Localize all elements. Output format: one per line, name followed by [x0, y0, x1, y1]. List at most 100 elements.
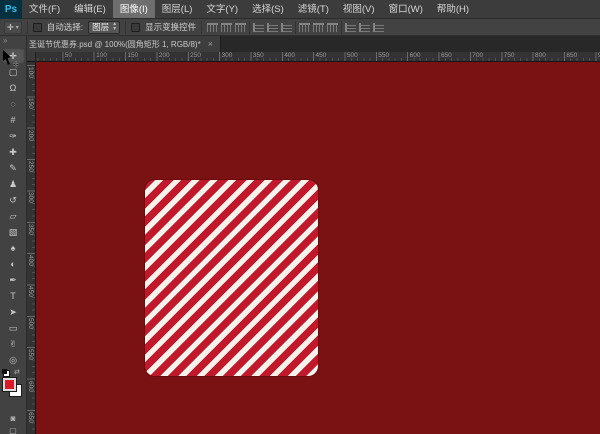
toolbox-collapse-icon[interactable]: »: [0, 36, 26, 48]
path-selection-tool-icon[interactable]: ➤: [2, 304, 25, 320]
alignment-buttons: [207, 21, 384, 34]
move-tool-icon: ✛: [7, 23, 14, 32]
distribute-top-edges-icon[interactable]: [299, 23, 310, 32]
ruler-tick-label: 300: [27, 192, 34, 203]
auto-select-target-value: 图层: [92, 21, 109, 33]
show-transform-controls-checkbox[interactable]: [131, 23, 140, 32]
horizontal-ruler[interactable]: 5010015020025030035040045050055060065070…: [27, 52, 600, 62]
chevron-down-icon: ▾: [16, 24, 19, 31]
menu-item[interactable]: 文字(Y): [199, 0, 245, 18]
toolbox-panel: » ✛▢Ω◌#✑✚✎♟↺▱▧♠◐✒T➤▭✌◎ ⇄ ◙ ▢: [0, 36, 27, 434]
menu-bar: Ps 文件(F)编辑(E)图像(I)图层(L)文字(Y)选择(S)滤镜(T)视图…: [0, 0, 600, 19]
menu-item[interactable]: 选择(S): [245, 0, 291, 18]
document-tab-bar: » 圣诞节优惠券.psd @ 100%(圆角矩形 1, RGB/8)* ×: [0, 36, 600, 52]
lasso-tool-icon[interactable]: Ω: [2, 80, 25, 96]
menu-item[interactable]: 视图(V): [336, 0, 382, 18]
foreground-color-swatch[interactable]: [3, 378, 16, 391]
auto-select-target-dropdown[interactable]: 图层 ▴▾: [88, 21, 120, 34]
tool-options-bar: ✛ ▾ 自动选择: 图层 ▴▾ 显示变换控件: [0, 19, 600, 36]
ruler-tick-label: 100: [27, 67, 34, 78]
ruler-tick-label: 150: [27, 98, 34, 109]
ruler-tick-label: 150: [127, 52, 138, 59]
ruler-tick-label: 500: [27, 318, 34, 329]
ruler-tick-label: 600: [410, 52, 421, 59]
align-horizontal-centers-icon[interactable]: [267, 23, 278, 32]
blur-tool-icon[interactable]: ♠: [2, 240, 25, 256]
document-canvas[interactable]: [36, 62, 600, 434]
menu-item[interactable]: 滤镜(T): [291, 0, 336, 18]
ruler-tick-label: 200: [27, 130, 34, 141]
document-tab[interactable]: 圣诞节优惠券.psd @ 100%(圆角矩形 1, RGB/8)* ×: [21, 36, 221, 52]
divider: [341, 21, 342, 34]
quick-mask-button[interactable]: ◙: [5, 413, 22, 424]
ruler-tick-label: 700: [472, 52, 483, 59]
align-bottom-edges-icon[interactable]: [235, 23, 246, 32]
ruler-tick-label: 850: [566, 52, 577, 59]
move-cursor-cross-icon: ✛: [13, 61, 19, 69]
pen-tool-icon[interactable]: ✒: [2, 272, 25, 288]
crop-tool-icon[interactable]: #: [2, 112, 25, 128]
auto-select-checkbox[interactable]: [33, 23, 42, 32]
ruler-tick-label: 400: [27, 255, 34, 266]
distribute-vertical-centers-icon[interactable]: [313, 23, 324, 32]
ruler-tick-label: 250: [27, 161, 34, 172]
hand-tool-icon[interactable]: ✌: [2, 336, 25, 352]
show-transform-controls-label: 显示变换控件: [145, 21, 196, 33]
menu-item[interactable]: 帮助(H): [430, 0, 476, 18]
ruler-tick-label: 450: [316, 52, 327, 59]
tool-preset-picker[interactable]: ✛ ▾: [4, 21, 22, 34]
menu-item[interactable]: 图像(I): [113, 0, 155, 18]
divider: [125, 21, 126, 34]
zoom-tool-icon[interactable]: ◎: [2, 352, 25, 368]
menu-item[interactable]: 窗口(W): [382, 0, 430, 18]
distribute-bottom-edges-icon[interactable]: [327, 23, 338, 32]
healing-brush-tool-icon[interactable]: ✚: [2, 144, 25, 160]
ruler-tick-label: 300: [222, 52, 233, 59]
ruler-tick-label: 450: [27, 286, 34, 297]
history-brush-tool-icon[interactable]: ↺: [2, 192, 25, 208]
shape-tool-icon[interactable]: ▭: [2, 320, 25, 336]
distribute-horizontal-centers-icon[interactable]: [359, 23, 370, 32]
distribute-right-edges-icon[interactable]: [373, 23, 384, 32]
menu-item[interactable]: 文件(F): [22, 0, 67, 18]
align-top-edges-icon[interactable]: [207, 23, 218, 32]
ruler-tick-label: 600: [27, 381, 34, 392]
distribute-left-edges-icon[interactable]: [345, 23, 356, 32]
align-left-edges-icon[interactable]: [253, 23, 264, 32]
eraser-tool-icon[interactable]: ▱: [2, 208, 25, 224]
rounded-rectangle-shape[interactable]: [145, 180, 318, 376]
clone-stamp-tool-icon[interactable]: ♟: [2, 176, 25, 192]
color-swatch-area: ⇄: [0, 370, 27, 412]
divider: [295, 21, 296, 34]
align-vertical-centers-icon[interactable]: [221, 23, 232, 32]
ruler-tick-label: 250: [190, 52, 201, 59]
divider: [249, 21, 250, 34]
vertical-ruler[interactable]: 100150200250300350400450500550600650: [27, 62, 36, 434]
align-right-edges-icon[interactable]: [281, 23, 292, 32]
ruler-tick-label: 350: [27, 224, 34, 235]
brush-tool-icon[interactable]: ✎: [2, 160, 25, 176]
eyedropper-tool-icon[interactable]: ✑: [2, 128, 25, 144]
tool-list: ✛▢Ω◌#✑✚✎♟↺▱▧♠◐✒T➤▭✌◎: [0, 48, 26, 368]
menu-item[interactable]: 图层(L): [155, 0, 200, 18]
ruler-corner: [27, 52, 36, 62]
ruler-tick-label: 550: [378, 52, 389, 59]
dodge-tool-icon[interactable]: ◐: [2, 256, 25, 272]
ruler-tick-label: 400: [284, 52, 295, 59]
default-colors-icon[interactable]: [3, 370, 10, 377]
ruler-tick-label: 100: [96, 52, 107, 59]
menu-item[interactable]: 编辑(E): [67, 0, 113, 18]
ruler-tick-label: 750: [504, 52, 515, 59]
dropdown-spinner-icon: ▴▾: [113, 22, 116, 32]
gradient-tool-icon[interactable]: ▧: [2, 224, 25, 240]
divider: [27, 21, 28, 34]
screen-mode-button[interactable]: ▢: [5, 425, 22, 434]
close-icon[interactable]: ×: [208, 40, 213, 49]
quick-selection-tool-icon[interactable]: ◌: [2, 96, 25, 112]
document-tab-title: 圣诞节优惠券.psd @ 100%(圆角矩形 1, RGB/8)*: [29, 39, 201, 50]
type-tool-icon[interactable]: T: [2, 288, 25, 304]
ruler-tick-label: 550: [27, 349, 34, 360]
ruler-tick-label: 650: [441, 52, 452, 59]
swap-colors-icon[interactable]: ⇄: [14, 368, 20, 376]
photoshop-logo: Ps: [0, 0, 22, 19]
